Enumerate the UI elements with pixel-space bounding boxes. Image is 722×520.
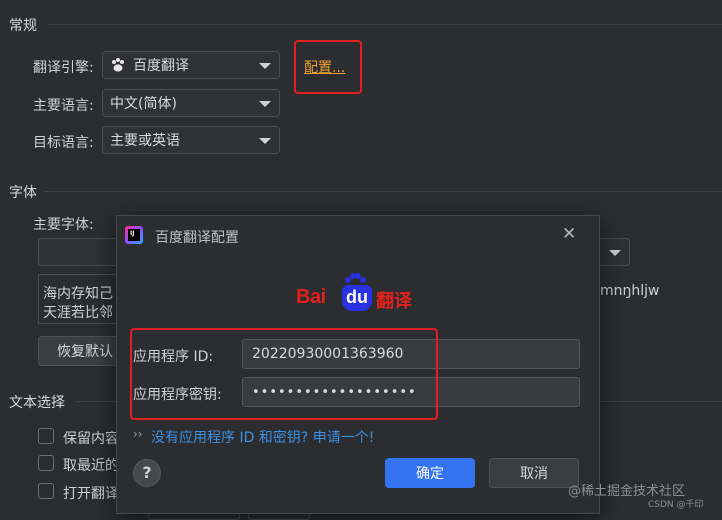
font-size-combo[interactable] xyxy=(598,238,630,266)
engine-label: 翻译引擎: xyxy=(33,60,94,76)
option-keep-content: 保留内容 xyxy=(63,431,119,447)
checkbox-keep-content[interactable] xyxy=(38,428,54,444)
highlight-configure xyxy=(294,40,362,94)
intellij-logo-icon: IJ xyxy=(125,226,143,244)
engine-value: 百度翻译 xyxy=(133,58,189,74)
watermark-small: CSDN @千印 xyxy=(648,500,704,510)
section-title-font: 字体 xyxy=(9,185,37,201)
engine-combo[interactable]: 百度翻译 xyxy=(102,51,280,79)
separator-general xyxy=(48,24,722,25)
target-language-value: 主要或英语 xyxy=(110,133,180,149)
logo-text-du: du xyxy=(342,285,372,311)
help-button[interactable]: ? xyxy=(133,459,161,487)
ok-button[interactable]: 确定 xyxy=(385,458,475,488)
baidu-translate-logo: Bai du 翻译 xyxy=(296,273,420,316)
cancel-button[interactable]: 取消 xyxy=(489,458,579,488)
primary-font-label: 主要字体: xyxy=(33,217,94,233)
primary-language-combo[interactable]: 中文(简体) xyxy=(102,89,280,117)
logo-text-cn: 翻译 xyxy=(376,291,412,312)
chevron-down-icon xyxy=(609,250,621,256)
checkbox-open-translate[interactable] xyxy=(38,483,54,499)
checkbox-nearest[interactable] xyxy=(38,455,54,471)
apply-link-arrow: ›› xyxy=(133,427,143,441)
option-open-translate: 打开翻译 xyxy=(63,486,119,502)
font-preview-line2: 天涯若比邻 xyxy=(43,305,113,321)
chevron-down-icon xyxy=(259,63,271,69)
option-nearest: 取最近的 xyxy=(63,458,119,474)
restore-defaults-button[interactable]: 恢复默认 xyxy=(38,336,124,366)
logo-text-bai: Bai xyxy=(296,286,326,308)
primary-font-combo[interactable] xyxy=(38,238,118,266)
section-title-general: 常规 xyxy=(9,18,37,34)
separator-font xyxy=(44,191,722,192)
target-language-combo[interactable]: 主要或英语 xyxy=(102,126,280,154)
primary-language-value: 中文(简体) xyxy=(110,96,177,112)
chevron-down-icon xyxy=(259,138,271,144)
font-preview-right: mnŋhljw xyxy=(600,283,660,299)
primary-language-label: 主要语言: xyxy=(33,98,94,114)
font-preview-line1: 海内存知己 xyxy=(43,286,113,302)
close-icon[interactable]: ✕ xyxy=(562,224,576,244)
highlight-credentials xyxy=(130,328,438,420)
target-language-label: 目标语言: xyxy=(33,135,94,151)
section-title-text-selection: 文本选择 xyxy=(9,395,65,411)
chevron-down-icon xyxy=(259,101,271,107)
baidu-paw-icon xyxy=(112,58,124,72)
dialog-title: 百度翻译配置 xyxy=(155,230,239,246)
baidu-config-dialog: IJ 百度翻译配置 ✕ Bai du 翻译 应用程序 ID: 202209300… xyxy=(116,215,600,514)
apply-credentials-link[interactable]: 没有应用程序 ID 和密钥? 申请一个! xyxy=(151,427,374,447)
